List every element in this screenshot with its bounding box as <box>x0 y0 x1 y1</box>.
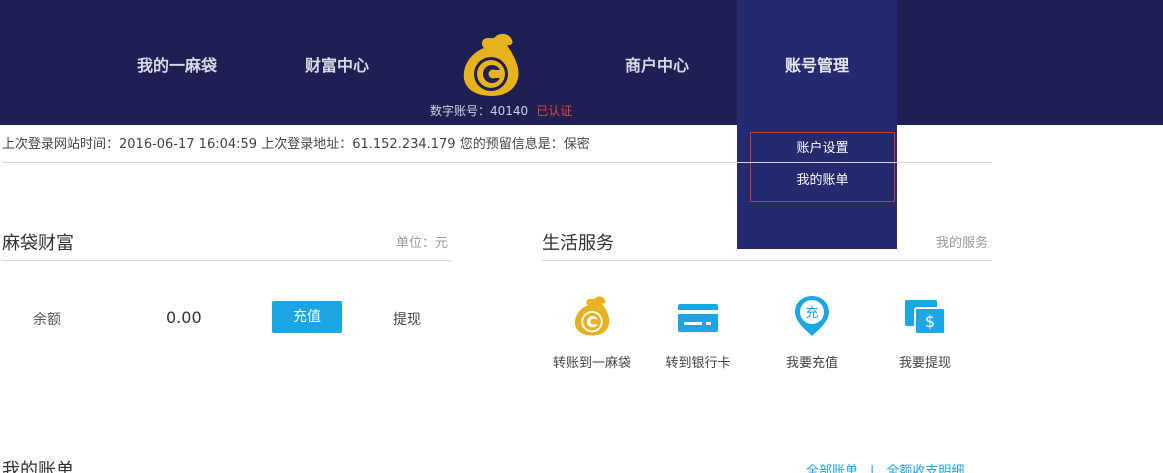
service-label: 转账到一麻袋 <box>552 356 631 371</box>
service-withdraw[interactable]: $ 我要提现 <box>875 294 975 371</box>
service-label: 我要提现 <box>898 356 951 371</box>
income-expense-detail-link[interactable]: 全额收支明细 <box>886 464 964 473</box>
nav-wealth-center[interactable]: 财富中心 <box>305 52 369 76</box>
all-bills-link[interactable]: 全部账单 <box>806 464 858 473</box>
recharge-pin-icon: 充 <box>795 296 829 336</box>
wealth-divider <box>2 260 452 261</box>
balance-value: 0.00 <box>166 308 202 327</box>
services-divider <box>542 260 992 261</box>
bills-links: 全部账单 | 全额收支明细 <box>806 460 964 473</box>
account-prefix: 数字账号： <box>430 104 491 118</box>
my-services-link[interactable]: 我的服务 <box>936 232 988 251</box>
bag-logo-icon <box>574 296 610 336</box>
svg-text:充: 充 <box>805 305 818 321</box>
bag-logo-icon[interactable] <box>456 30 526 100</box>
balance-label: 余额 <box>33 312 61 328</box>
divider <box>2 162 992 163</box>
wealth-section-title: 麻袋财富 <box>2 233 74 254</box>
dropdown-item-account-settings[interactable]: 账户设置 <box>751 137 894 156</box>
services-section-title: 生活服务 <box>542 233 614 254</box>
withdraw-dollar-icon: $ <box>905 300 946 335</box>
svg-text:$: $ <box>925 312 935 331</box>
service-transfer-to-card[interactable]: 转到银行卡 <box>648 294 748 371</box>
dropdown-highlight-box: 账户设置 我的账单 <box>750 132 895 202</box>
nav-my-bag[interactable]: 我的一麻袋 <box>137 52 217 76</box>
bills-section-title: 我的账单 <box>2 460 74 473</box>
nav-merchant-center[interactable]: 商户中心 <box>625 52 689 76</box>
wealth-unit-label: 单位：元 <box>396 236 449 251</box>
withdraw-link[interactable]: 提现 <box>393 309 421 329</box>
service-recharge[interactable]: 充 我要充值 <box>762 294 862 371</box>
service-transfer-to-bag[interactable]: 转账到一麻袋 <box>542 294 642 371</box>
bank-card-icon <box>678 304 718 332</box>
service-label: 我要充值 <box>785 356 838 371</box>
nav-account-management[interactable]: 账号管理 <box>785 52 849 76</box>
last-login-info: 上次登录网站时间：2016-06-17 16:04:59 上次登录地址：61.1… <box>2 137 590 152</box>
account-number: 40140 <box>490 104 529 118</box>
top-navigation-bar: 我的一麻袋 财富中心 数字账号：40140 已认证 商户中心 账号管理 <box>0 0 1163 249</box>
link-separator: | <box>870 464 875 473</box>
verified-badge: 已认证 <box>536 104 573 118</box>
recharge-button[interactable]: 充值 <box>272 301 342 333</box>
account-info: 数字账号：40140 已认证 <box>430 102 572 119</box>
dropdown-item-my-bills[interactable]: 我的账单 <box>751 169 894 188</box>
service-label: 转到银行卡 <box>665 356 731 371</box>
